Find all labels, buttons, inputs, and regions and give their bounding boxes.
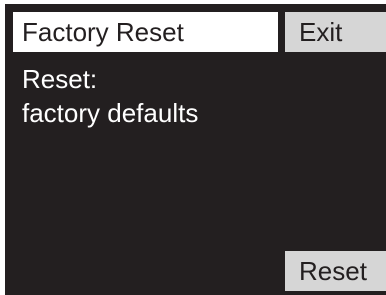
exit-button[interactable]: Exit bbox=[285, 12, 386, 52]
message-line-1: Reset: bbox=[22, 64, 98, 94]
device-display-screen: Factory Reset Exit Reset: factory defaul… bbox=[5, 4, 386, 295]
reset-button-label: Reset bbox=[299, 256, 367, 286]
reset-button[interactable]: Reset bbox=[285, 251, 386, 291]
exit-button-label: Exit bbox=[299, 17, 343, 47]
message-line-2: factory defaults bbox=[22, 98, 199, 128]
title-bar: Factory Reset bbox=[13, 12, 278, 52]
screen-title: Factory Reset bbox=[22, 17, 184, 47]
